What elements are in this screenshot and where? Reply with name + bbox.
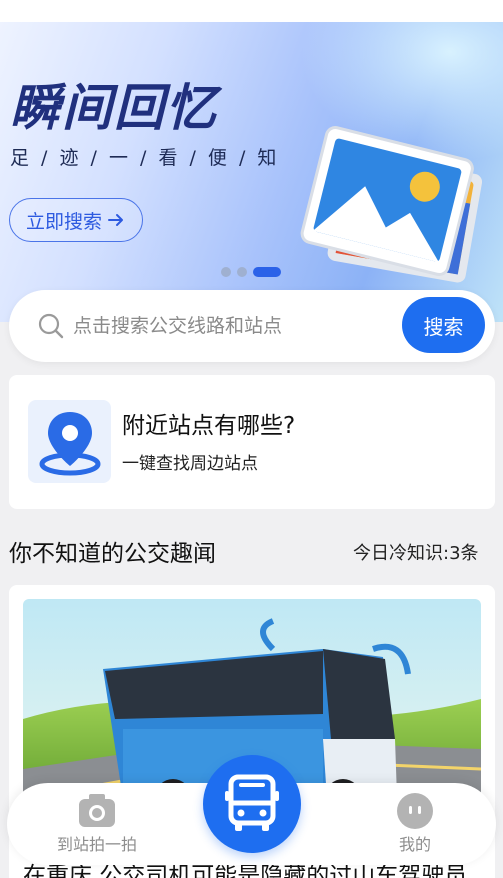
hero-banner[interactable]: 瞬间回忆 足 / 迹 / 一 / 看 / 便 / 知 立即搜索 (0, 22, 503, 322)
nearby-stations-card[interactable]: 附近站点有哪些? 一键查找周边站点 (9, 375, 495, 509)
carousel-dot-active[interactable] (253, 267, 281, 277)
arrow-right-icon (108, 214, 123, 226)
status-bar (0, 0, 503, 22)
nearby-subtitle: 一键查找周边站点 (122, 454, 258, 474)
search-now-button[interactable]: 立即搜索 (9, 198, 143, 242)
gallery-illustration-icon (300, 126, 482, 283)
carousel-dot[interactable] (221, 267, 231, 277)
search-button[interactable]: 搜索 (402, 297, 485, 353)
search-bar[interactable]: 搜索 (9, 290, 495, 362)
tab-photo[interactable]: 到站拍一拍 (47, 791, 147, 855)
bus-icon (225, 774, 279, 831)
tab-mine[interactable]: 我的 (365, 791, 465, 855)
carousel-dot[interactable] (237, 267, 247, 277)
banner-subtitle: 足 / 迹 / 一 / 看 / 便 / 知 (10, 147, 280, 169)
tab-photo-label: 到站拍一拍 (56, 835, 137, 854)
location-pin-icon (39, 412, 101, 476)
section-meta[interactable]: 今日冷知识:3条 (353, 542, 479, 566)
nearby-icon-container (28, 400, 111, 483)
carousel-indicator (221, 267, 281, 277)
section-title: 你不知道的公交趣闻 (9, 541, 216, 567)
nearby-title: 附近站点有哪些? (122, 413, 296, 439)
banner-title: 瞬间回忆 (10, 79, 218, 137)
tab-mine-label: 我的 (398, 835, 431, 854)
search-icon (38, 313, 64, 339)
profile-icon (397, 793, 433, 829)
search-input[interactable] (73, 310, 393, 342)
camera-icon (79, 794, 115, 827)
search-now-label: 立即搜索 (25, 210, 102, 233)
bus-home-button[interactable] (203, 755, 301, 853)
